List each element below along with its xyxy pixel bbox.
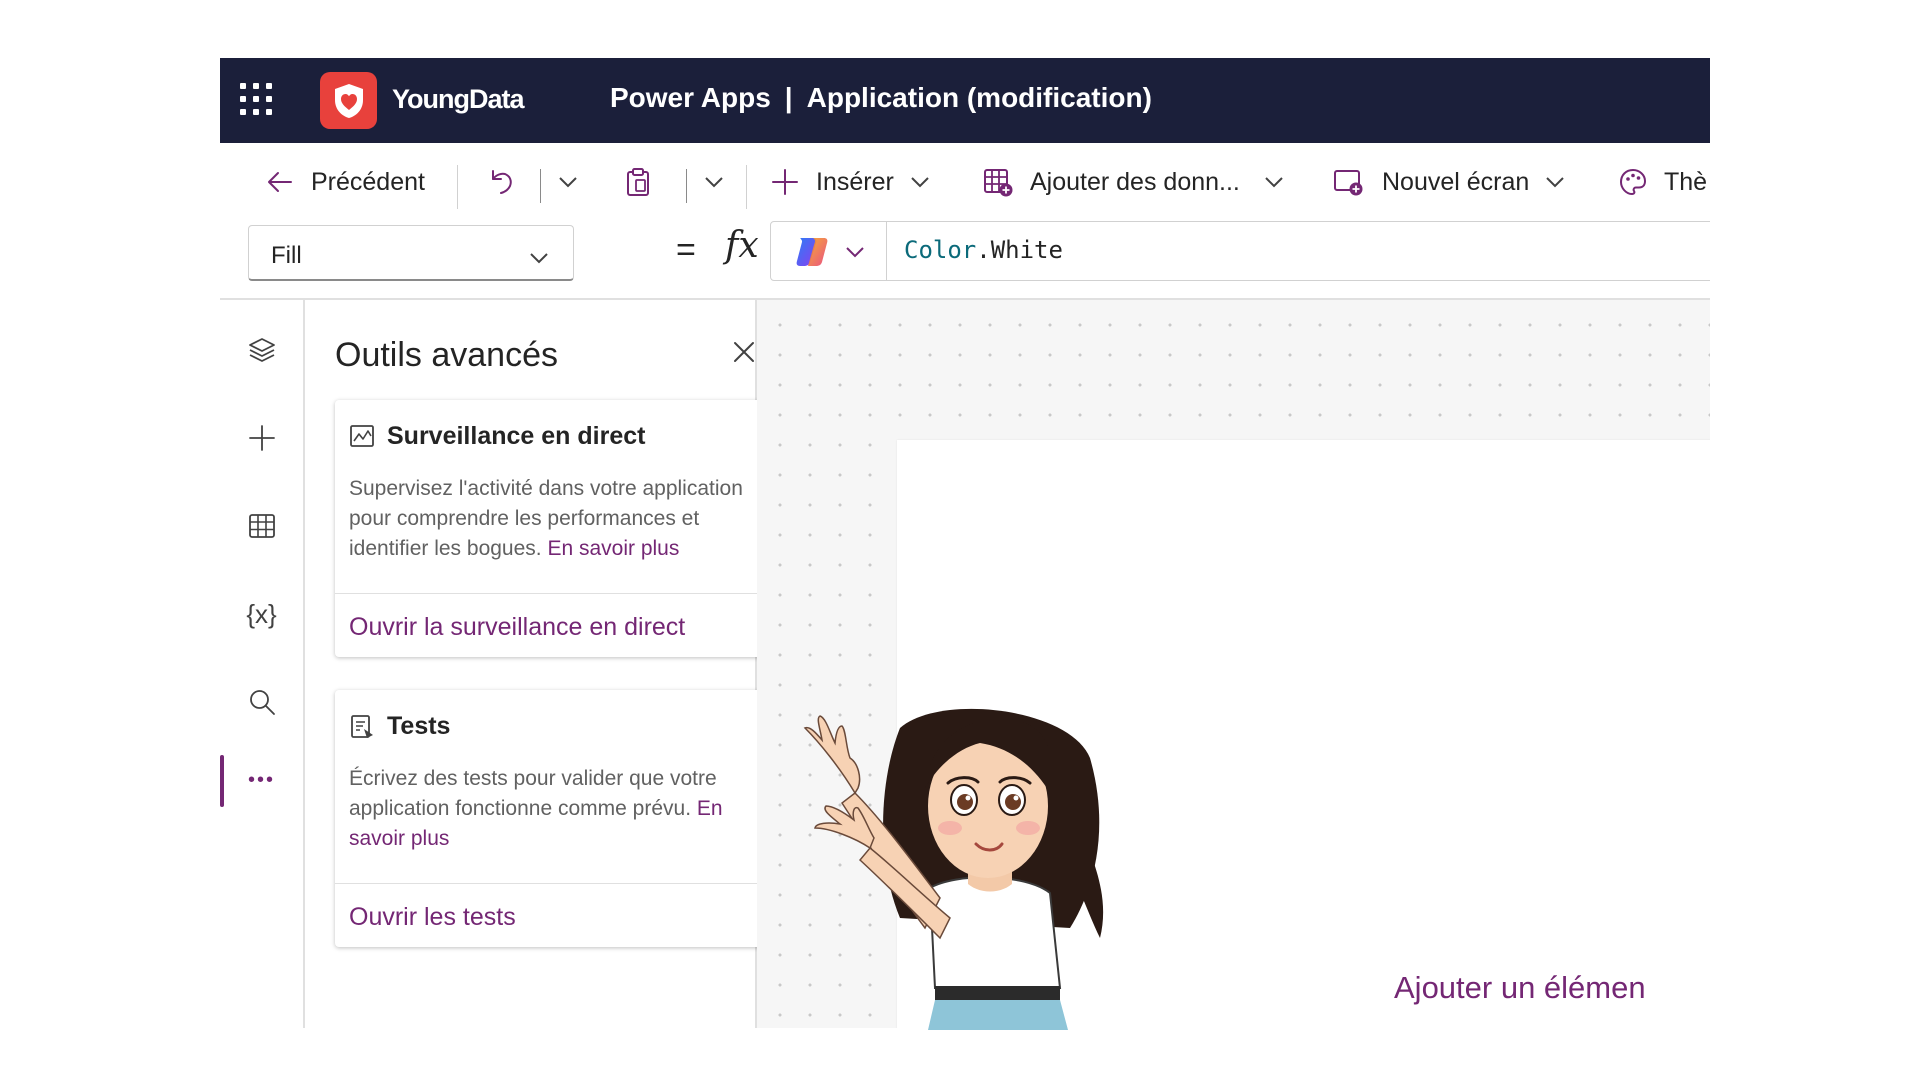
- clipboard-icon: [627, 168, 649, 196]
- chevron-down-icon: [846, 247, 864, 258]
- chevron-down-icon: [705, 177, 723, 188]
- card-title: Surveillance en direct: [387, 422, 646, 450]
- fx-icon[interactable]: fx: [725, 225, 759, 266]
- formula-bar: Fill = fx Color.White: [220, 221, 1710, 298]
- expr-member: White: [990, 236, 1063, 264]
- brand-name: YoungData: [392, 84, 524, 114]
- app-title: Power Apps | Application (modification): [610, 82, 1152, 114]
- copilot-icon: [796, 238, 828, 266]
- property-value: Fill: [271, 242, 302, 269]
- chevron-down-icon: [1546, 177, 1565, 188]
- add-data-label: Ajouter des donn...: [1030, 167, 1240, 196]
- chevron-down-icon: [911, 177, 929, 188]
- undo-button[interactable]: [485, 163, 517, 201]
- divider: [335, 883, 790, 884]
- insert-label: Insérer: [816, 167, 894, 196]
- chevron-down-icon: [1265, 177, 1283, 188]
- product-name: Power Apps: [610, 82, 771, 113]
- undo-dropdown[interactable]: [556, 163, 580, 201]
- back-button[interactable]: Précédent: [265, 163, 425, 201]
- theme-label: Thè: [1664, 167, 1708, 196]
- paste-dropdown[interactable]: [702, 163, 726, 201]
- table-add-icon: [984, 169, 1013, 197]
- copilot-button[interactable]: [771, 222, 887, 280]
- description-text: Supervisez l'activité dans votre applica…: [349, 477, 743, 560]
- close-icon[interactable]: [730, 338, 758, 366]
- divider: [746, 165, 747, 209]
- new-screen-icon: [1334, 170, 1363, 196]
- card-header: Surveillance en direct: [349, 422, 645, 451]
- new-screen-label: Nouvel écran: [1382, 167, 1530, 196]
- panel-title: Outils avancés: [335, 336, 558, 374]
- layers-icon: [248, 338, 275, 362]
- open-tests-link[interactable]: Ouvrir les tests: [349, 903, 516, 932]
- app-header: YoungData Power Apps | Application (modifi…: [220, 58, 1710, 143]
- search-icon: [249, 690, 275, 715]
- open-live-monitor-link[interactable]: Ouvrir la surveillance en direct: [349, 613, 685, 642]
- card-description: Supervisez l'activité dans votre applica…: [349, 474, 774, 564]
- shield-heart-icon: [335, 84, 363, 118]
- title-separator: |: [784, 82, 793, 113]
- chevron-down-icon: [559, 177, 577, 188]
- divider: [540, 169, 541, 203]
- advanced-tools-panel: Outils avancés Surveillance en direct Su…: [305, 300, 790, 1028]
- monitor-chart-icon: [350, 424, 374, 447]
- insert-button[interactable]: Insérer: [770, 163, 932, 201]
- property-dropdown[interactable]: Fill: [248, 225, 574, 281]
- arrow-left-icon: [268, 172, 292, 192]
- plus-icon: [772, 169, 798, 195]
- add-icon: [248, 425, 275, 451]
- new-screen-button[interactable]: Nouvel écran: [1332, 163, 1567, 201]
- equals-sign: =: [676, 231, 696, 269]
- divider: [335, 593, 790, 594]
- tests-card: Tests Écrivez des tests pour valider que…: [335, 690, 790, 947]
- learn-more-link[interactable]: En savoir plus: [547, 537, 679, 560]
- app-name[interactable]: Application (modification): [807, 82, 1152, 113]
- tree-view-button[interactable]: [220, 320, 303, 380]
- expr-dot: .: [976, 236, 991, 264]
- insert-rail-button[interactable]: [220, 408, 303, 468]
- add-data-button[interactable]: Ajouter des donn...: [982, 163, 1286, 201]
- live-monitor-card: Surveillance en direct Supervisez l'acti…: [335, 400, 790, 657]
- divider: [686, 169, 687, 203]
- data-table-icon: [248, 514, 275, 538]
- test-clipboard-icon: [351, 714, 373, 738]
- add-element-link[interactable]: Ajouter un élémen: [1394, 970, 1646, 1006]
- undo-icon: [492, 170, 512, 194]
- expr-object: Color: [904, 236, 977, 264]
- more-rail-button[interactable]: •••: [220, 750, 303, 810]
- formula-expression: Color.White: [904, 236, 1063, 264]
- more-icon: •••: [247, 768, 275, 791]
- mascot-illustration: [803, 708, 1104, 1030]
- theme-button[interactable]: Thè: [1618, 163, 1707, 201]
- app-launcher-icon[interactable]: [240, 83, 274, 117]
- brand-logo: [320, 72, 377, 129]
- back-label: Précédent: [311, 167, 425, 196]
- chevron-down-icon: [530, 253, 548, 264]
- variables-rail-button[interactable]: {x}: [220, 584, 303, 644]
- card-title: Tests: [387, 712, 451, 740]
- variables-icon: {x}: [246, 598, 277, 629]
- card-header: Tests: [349, 712, 450, 741]
- palette-icon: [1619, 168, 1647, 196]
- card-description: Écrivez des tests pour valider que votre…: [349, 764, 774, 854]
- paste-button[interactable]: [622, 163, 654, 201]
- command-bar: Précédent Insérer Ajouter des donn... No…: [220, 143, 1710, 221]
- divider: [457, 165, 458, 209]
- description-text: Écrivez des tests pour valider que votre…: [349, 767, 717, 820]
- data-rail-button[interactable]: [220, 496, 303, 556]
- formula-input[interactable]: Color.White: [770, 221, 1710, 281]
- left-rail: {x} •••: [220, 300, 305, 1028]
- search-rail-button[interactable]: [220, 672, 303, 732]
